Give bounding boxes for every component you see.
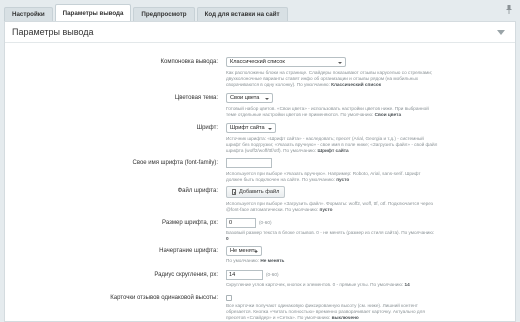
radius-label: Радиус скругления, px: xyxy=(154,272,218,278)
font-row: Шрифт: Шрифт сайта Источник шрифта: «Шри… xyxy=(5,123,515,153)
collapse-icon[interactable] xyxy=(497,30,505,35)
layout-select[interactable]: Классический список xyxy=(226,57,346,67)
font-size-input[interactable]: 0 xyxy=(226,218,256,228)
font-label: Шрифт: xyxy=(196,125,218,131)
tab-bar: Настройки Параметры вывода Предпросмотр … xyxy=(4,4,516,21)
pin-icon[interactable] xyxy=(506,5,512,14)
output-params-panel: Параметры вывода Компоновка вывода: Клас… xyxy=(4,21,516,322)
layout-hint: Как расположены блоки на странице. Слайд… xyxy=(226,70,433,87)
font-select[interactable]: Шрифт сайта xyxy=(226,123,276,133)
tab-embed-code[interactable]: Код для вставки на сайт xyxy=(196,7,288,21)
font-size-label: Размер шрифта, px: xyxy=(162,220,218,226)
radius-hint: Скругление углов карточек, кнопок и элем… xyxy=(226,282,410,287)
font-file-label: Файл шрифта: xyxy=(177,188,218,194)
theme-row: Цветовая тема: Свои цвета Готовый набор … xyxy=(5,93,515,117)
font-size-hint: Базовый размер текста в блоке отзывов. 0… xyxy=(226,230,435,241)
add-file-button[interactable]: Добавить файл xyxy=(226,186,286,198)
font-size-range: (0-60) xyxy=(259,220,272,225)
font-file-hint: Используется при выборе «Загрузить файл»… xyxy=(226,201,433,212)
file-icon xyxy=(232,189,236,195)
chevron-down-icon xyxy=(265,97,269,100)
panel-title: Параметры вывода xyxy=(5,22,515,43)
font-hint: Источник шрифта: «Шрифт сайта» - наследо… xyxy=(226,136,438,153)
theme-select[interactable]: Свои цвета xyxy=(226,93,273,103)
tab-output-params[interactable]: Параметры вывода xyxy=(54,4,132,21)
chevron-down-icon xyxy=(268,127,272,130)
font-name-input[interactable] xyxy=(226,158,272,168)
radius-range: (0-60) xyxy=(266,272,279,277)
font-name-label: Свое имя шрифта (font-family): xyxy=(132,160,218,166)
theme-label: Цветовая тема: xyxy=(174,95,218,101)
layout-label: Компоновка вывода: xyxy=(160,59,218,65)
theme-hint: Готовый набор цветов. «Свои цвета» - исп… xyxy=(226,106,429,117)
equal-height-label: Карточки отзывов одинаковой высоты: xyxy=(110,295,218,301)
theme-value: Свои цвета xyxy=(230,95,260,101)
equal-height-checkbox[interactable] xyxy=(226,295,232,301)
tab-settings[interactable]: Настройки xyxy=(4,7,53,21)
layout-row: Компоновка вывода: Классический список К… xyxy=(5,57,515,87)
layout-value: Классический список xyxy=(230,59,285,65)
equal-height-hint: Все карточки получают одинаковую фиксиро… xyxy=(226,303,425,320)
font-weight-select[interactable]: Не менять xyxy=(226,246,262,256)
radius-input[interactable]: 14 xyxy=(226,270,263,280)
font-name-hint: Используется при выборе «Указать вручную… xyxy=(226,171,421,182)
chevron-down-icon xyxy=(338,61,342,64)
chevron-down-icon xyxy=(254,250,258,253)
font-weight-label: Начертание шрифта: xyxy=(159,248,218,254)
tab-preview[interactable]: Предпросмотр xyxy=(133,7,195,21)
font-weight-row: Начертание шрифта: Не менять По умолчани… xyxy=(5,246,515,263)
font-value: Шрифт сайта xyxy=(230,125,265,131)
font-weight-hint: По умолчанию: Не менять xyxy=(226,258,285,263)
